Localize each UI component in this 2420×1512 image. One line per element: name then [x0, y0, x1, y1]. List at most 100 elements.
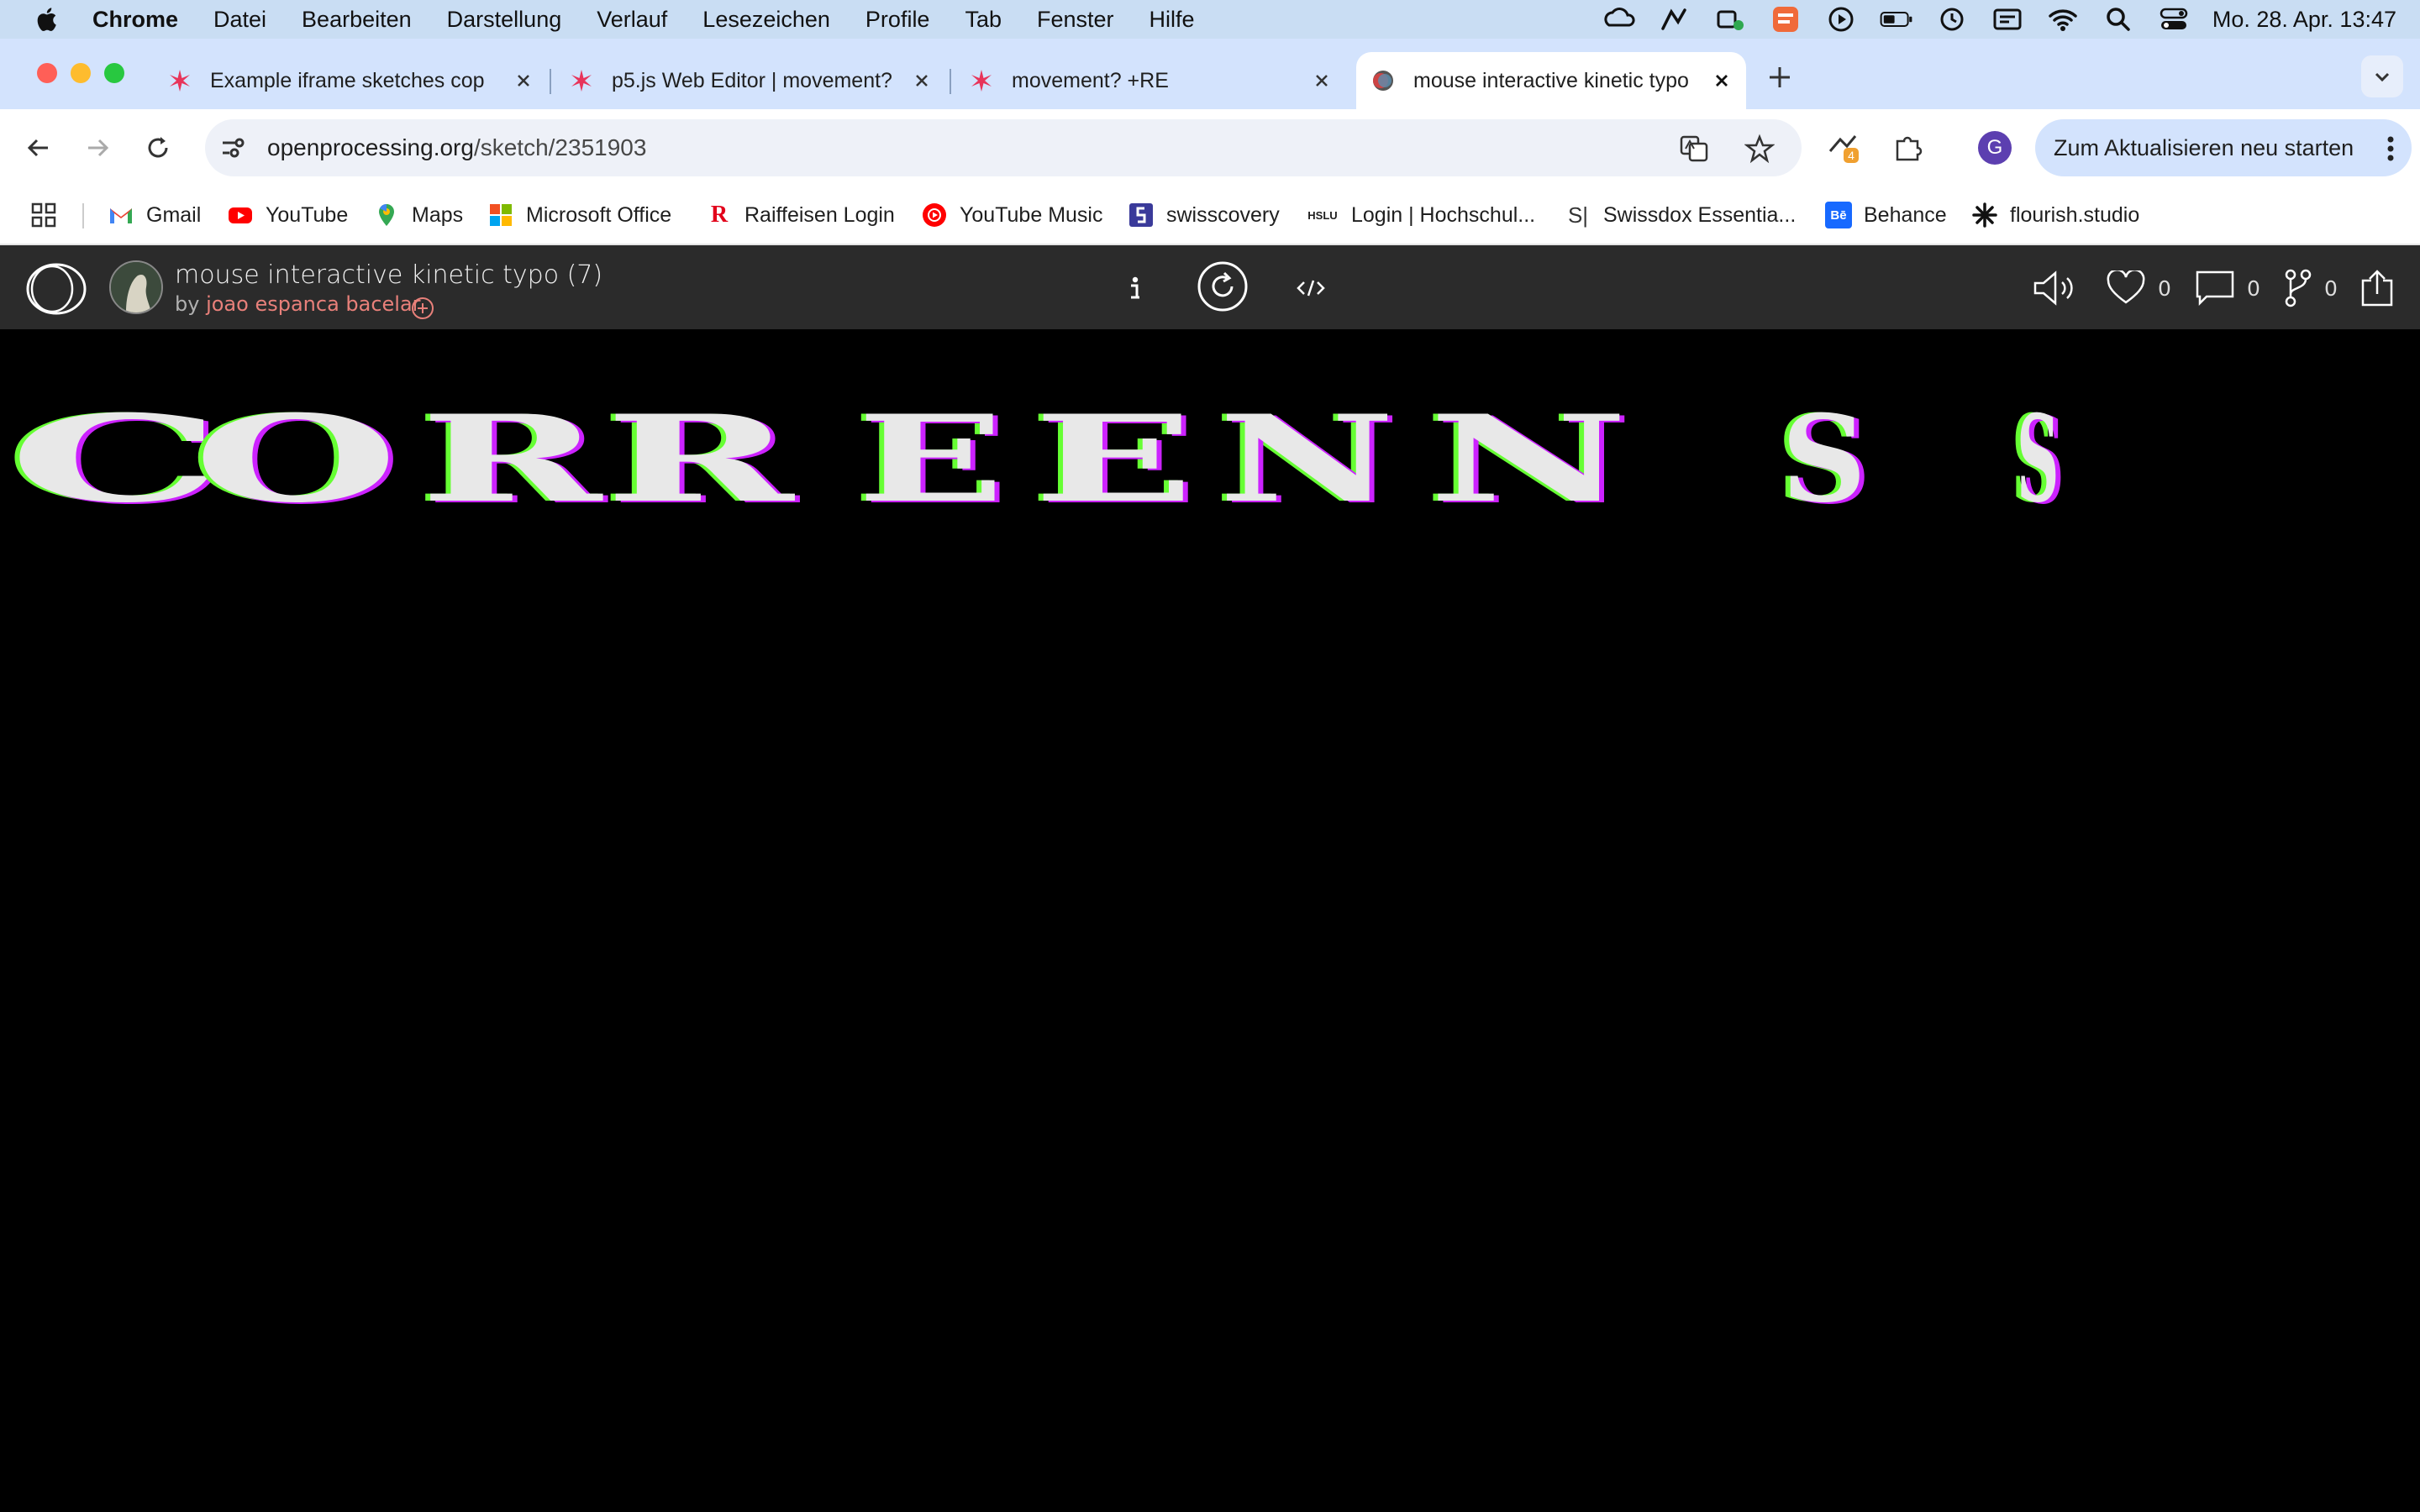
profile-avatar[interactable]: G	[1978, 131, 2012, 165]
app-icon[interactable]	[1769, 6, 1802, 33]
bottom-letter-shadow-green: S	[1473, 849, 1588, 1462]
bottom-letter-shadow-green: R	[515, 848, 671, 1461]
menu-hilfe[interactable]: Hilfe	[1150, 7, 1195, 33]
search-icon[interactable]	[2102, 6, 2135, 33]
tab-search-button[interactable]	[2361, 55, 2403, 97]
bookmark-divider	[82, 203, 84, 228]
info-button[interactable]	[1121, 267, 1150, 309]
battery-icon[interactable]	[1880, 6, 1913, 33]
time-machine-icon[interactable]	[1935, 6, 1969, 33]
tab-close-icon[interactable]	[1309, 68, 1334, 93]
top-letter: R	[605, 388, 796, 528]
url-text: openprocessing.org/sketch/2351903	[267, 134, 646, 161]
bottom-letter-lower: N	[1092, 849, 1254, 1462]
menu-bearbeiten[interactable]: Bearbeiten	[302, 7, 412, 33]
sketch-canvas[interactable]: CCCOOORRRRRREEEEEENNNNNNSSSSSS CCCCCCOOO…	[0, 329, 2420, 1512]
extension-tab-icon[interactable]: 4	[1825, 129, 1862, 166]
update-relaunch-button[interactable]: Zum Aktualisieren neu starten	[2035, 119, 2412, 176]
flourish-icon	[1972, 202, 1997, 228]
bookmark-youtube[interactable]: YouTube	[227, 198, 348, 232]
menu-app-name[interactable]: Chrome	[92, 7, 178, 33]
bottom-letter-shadow-green: E	[834, 848, 962, 1460]
forks-button[interactable]: 0	[2284, 267, 2338, 309]
menu-tab[interactable]: Tab	[965, 7, 1002, 33]
apps-grid-button[interactable]	[30, 198, 57, 232]
bookmark-star-icon[interactable]	[1744, 134, 1775, 164]
extensions-puzzle-icon[interactable]	[1889, 129, 1926, 166]
control-center-icon[interactable]	[2157, 6, 2191, 33]
info-icon	[1131, 276, 1139, 299]
bottom-letter-shadow-green: O	[196, 849, 350, 1462]
menu-datei[interactable]: Datei	[213, 7, 266, 33]
bookmark-hslu-login[interactable]: HSLU Login | Hochschul...	[1306, 198, 1535, 232]
tab-close-icon[interactable]	[909, 68, 934, 93]
openprocessing-logo-icon[interactable]	[25, 262, 87, 316]
tab-p5js-editor[interactable]: p5.js Web Editor | movement?	[568, 52, 934, 109]
tab-kinetic-typo[interactable]: mouse interactive kinetic typo	[1356, 52, 1746, 109]
restart-button[interactable]	[1197, 260, 1249, 312]
forward-button[interactable]	[79, 129, 116, 166]
tab-example-iframe[interactable]: Example iframe sketches cop	[166, 52, 536, 109]
teams-icon[interactable]	[1713, 6, 1747, 33]
menu-fenster[interactable]: Fenster	[1037, 7, 1114, 33]
bookmark-flourish[interactable]: flourish.studio	[1971, 198, 2139, 232]
like-button[interactable]: 0	[2106, 267, 2171, 309]
new-tab-icon[interactable]	[1765, 62, 1795, 92]
address-bar[interactable]: openprocessing.org/sketch/2351903	[205, 119, 1802, 176]
bookmark-swissdox[interactable]: S| Swissdox Essentia...	[1565, 198, 1796, 232]
top-letter-row: CCCOOO RRRRRR EEE EEE NNN NNN SSS SSS	[3, 388, 2065, 529]
translate-icon[interactable]	[1679, 134, 1709, 164]
pen-icon[interactable]	[1658, 6, 1691, 33]
tab-close-icon[interactable]	[511, 68, 536, 93]
follow-plus-icon[interactable]	[410, 296, 435, 321]
top-letter: N	[1218, 390, 1395, 529]
bookmark-maps[interactable]: Maps	[373, 198, 463, 232]
tab-close-icon[interactable]	[1709, 68, 1734, 93]
wifi-icon[interactable]	[2046, 6, 2080, 33]
bottom-letter-shadow-magenta: O	[174, 853, 328, 1465]
heart-icon	[2107, 270, 2145, 304]
bottom-letter-lower: E	[891, 848, 1018, 1460]
creative-cloud-icon[interactable]	[1602, 6, 1636, 33]
reload-button[interactable]	[139, 129, 176, 166]
author-link[interactable]: joao espanca bacelar	[206, 292, 420, 316]
bookmark-label: YouTube Music	[960, 202, 1103, 227]
bottom-letter-shadow-magenta: S	[1703, 852, 1801, 1463]
apple-logo-icon[interactable]	[34, 5, 62, 34]
menubar-clock[interactable]: Mo. 28. Apr. 13:47	[2212, 7, 2396, 33]
sound-toggle-button[interactable]	[2032, 267, 2079, 309]
bookmark-label: Gmail	[146, 202, 202, 227]
author-avatar[interactable]	[109, 260, 163, 314]
top-letter: N	[1428, 389, 1628, 529]
bookmark-microsoft-office[interactable]: Microsoft Office	[487, 198, 671, 232]
tab-strip: Example iframe sketches cop p5.js Web Ed…	[0, 39, 2420, 109]
comments-button[interactable]: 0	[2195, 267, 2260, 309]
bookmark-swisscovery[interactable]: swisscovery	[1128, 198, 1280, 232]
behance-icon: Bē	[1825, 202, 1852, 228]
gmail-icon	[110, 208, 132, 223]
menu-verlauf[interactable]: Verlauf	[597, 7, 667, 33]
bookmark-behance[interactable]: Bē Behance	[1825, 198, 1947, 232]
display-icon[interactable]	[1991, 6, 2024, 33]
menu-profile[interactable]: Profile	[865, 7, 930, 33]
window-maximize-button[interactable]	[104, 63, 124, 83]
code-view-button[interactable]	[1294, 267, 1328, 309]
bottom-letter-upper: R	[471, 848, 627, 1461]
tab-title: mouse interactive kinetic typo	[1413, 68, 1689, 92]
back-button[interactable]	[20, 129, 57, 166]
window-close-button[interactable]	[37, 63, 57, 83]
bookmark-gmail[interactable]: Gmail	[108, 198, 201, 232]
window-minimize-button[interactable]	[71, 63, 91, 83]
share-button[interactable]	[2358, 267, 2396, 309]
tab-title: Example iframe sketches cop	[210, 68, 485, 92]
p5js-favicon-icon	[971, 70, 992, 92]
bookmark-raiffeisen[interactable]: R Raiffeisen Login	[706, 198, 895, 232]
site-info-icon[interactable]	[218, 134, 247, 162]
tab-movement-re[interactable]: movement? +RE	[968, 52, 1334, 109]
menu-darstellung[interactable]: Darstellung	[447, 7, 562, 33]
tab-title: p5.js Web Editor | movement?	[612, 68, 892, 92]
play-icon[interactable]	[1824, 6, 1858, 33]
bookmark-youtube-music[interactable]: YouTube Music	[921, 198, 1102, 232]
bottom-letter-shadow-green: R	[322, 848, 478, 1461]
menu-lesezeichen[interactable]: Lesezeichen	[702, 7, 830, 33]
